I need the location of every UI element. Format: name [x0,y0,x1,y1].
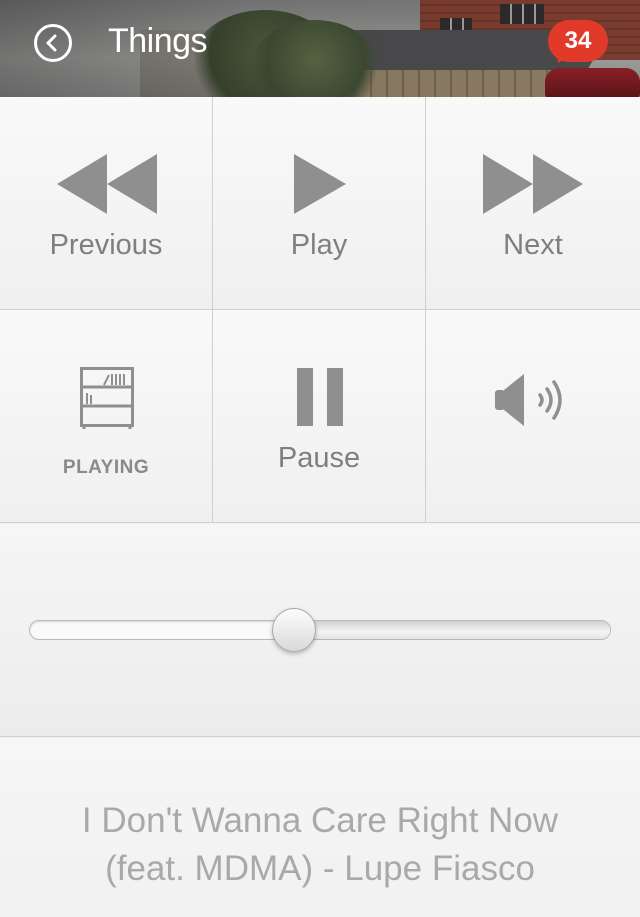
slider-track-remaining [293,621,610,639]
notification-badge[interactable]: 34 [548,20,608,67]
next-button[interactable]: Next [426,97,640,310]
slider-thumb[interactable] [271,608,316,652]
pause-label: Pause [277,442,361,474]
header: Things 34 [0,0,640,97]
now-playing: I Don't Wanna Care Right Now (feat. MDMA… [0,738,640,917]
volume-slider-panel [0,524,640,737]
pause-icon [297,368,343,426]
volume-button[interactable] [426,310,640,523]
bookshelf-icon [80,367,134,429]
back-button[interactable] [34,24,72,62]
speaker-volume-icon [495,374,562,426]
previous-button[interactable]: Previous [0,97,213,310]
library-button[interactable]: PLAYING [0,310,213,523]
control-grid: Previous Play Next PLAYING Pause [0,97,640,524]
page-title: Things [108,22,208,60]
play-label: Play [290,229,348,261]
song-title: I Don't Wanna Care Right Now [81,801,559,840]
previous-label: Previous [49,229,163,261]
fast-forward-icon [483,154,583,214]
playing-label: PLAYING [62,457,150,478]
play-icon [294,154,346,214]
play-button[interactable]: Play [213,97,426,310]
next-label: Next [503,229,563,261]
notification-count: 34 [564,27,592,54]
rewind-icon [57,154,157,214]
pause-button[interactable]: Pause [213,310,426,523]
song-artist: (feat. MDMA) - Lupe Fiasco [105,849,535,888]
back-circle-icon [46,34,57,52]
